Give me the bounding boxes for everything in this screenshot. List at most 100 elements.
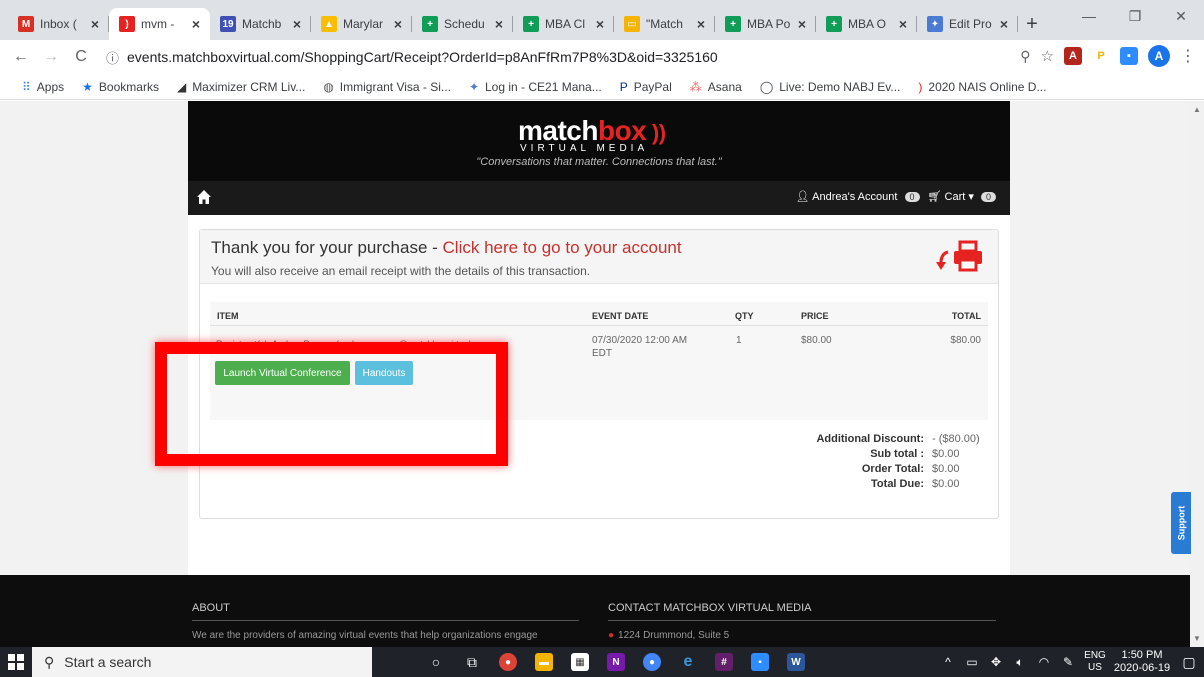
dropbox-icon[interactable]: ✥ [984,655,1008,669]
url-field[interactable]: ⓘ events.matchboxvirtual.com/ShoppingCar… [106,44,1036,70]
edge-icon[interactable]: e [670,647,706,677]
browser-tab-bar: M Inbox (×) mvm - × 19 Matchb × ▲ Marylar × + Sche… [0,0,1204,40]
account-link[interactable]: 👤︎ Andrea's Account 0 [796,190,920,203]
zoom-icon[interactable]: ⚲ [1020,48,1030,65]
browser-tab[interactable]: ▲ Marylar × [311,8,412,40]
taskbar-apps: ○ ⧉ ● ▬ ▦ N ● e # ▪ W [418,647,814,677]
browser-tab[interactable]: ▭ "Match × [614,8,715,40]
cart-badge: 0 [980,192,996,202]
zoom-extension-icon[interactable]: ▪ [1120,47,1138,65]
chromium-icon[interactable]: ● [634,647,670,677]
restore-icon[interactable]: ❐ [1112,0,1158,32]
taskbar-search[interactable]: ⚲ Start a search [32,647,372,677]
browser-tab[interactable]: + MBA Cl × [513,8,614,40]
footer-contact-heading: CONTACT MATCHBOX VIRTUAL MEDIA [608,602,812,614]
tab-close-icon[interactable]: × [996,16,1012,32]
bookmark-item[interactable]: ) 2020 NAIS Online D... [918,80,1046,94]
tab-close-icon[interactable]: × [491,16,507,32]
totals-row: Additional Discount: - ($80.00) [812,433,988,448]
back-icon[interactable]: ← [6,48,36,66]
bookmark-item[interactable]: ◯ Live: Demo NABJ Ev... [760,80,901,94]
tab-close-icon[interactable]: × [895,16,911,32]
tray-expand-icon[interactable]: ^ [936,655,960,669]
profile-avatar[interactable]: A [1148,45,1170,67]
bookmark-item[interactable]: ⠿ Apps [22,80,64,94]
task-view-icon[interactable]: ⧉ [454,647,490,677]
user-icon: 👤︎ [795,191,810,203]
wifi-icon[interactable]: ◠ [1032,655,1056,669]
support-tab[interactable]: Support [1171,492,1191,554]
bookmark-item[interactable]: ◍ Immigrant Visa - Si... [323,80,451,94]
print-icon[interactable] [934,240,986,274]
cortana-icon[interactable]: ○ [418,647,454,677]
reload-icon[interactable]: C [66,48,96,66]
menu-dots-icon[interactable]: ⋮ [1180,46,1196,66]
handouts-button[interactable]: Handouts [355,361,413,385]
pen-icon[interactable]: ✎ [1056,655,1080,669]
browser-tab[interactable]: + Schedu × [412,8,513,40]
slack-icon[interactable]: # [706,647,742,677]
scroll-up-icon[interactable]: ▲ [1193,105,1201,114]
tab-close-icon[interactable]: × [592,16,608,32]
tab-close-icon[interactable]: × [188,16,204,32]
browser-tab[interactable]: ) mvm - × [109,8,210,40]
store-icon[interactable]: ▦ [562,647,598,677]
account-link-text[interactable]: Click here to go to your account [443,238,682,257]
forward-icon[interactable]: → [36,48,66,66]
launch-virtual-conference-button[interactable]: Launch Virtual Conference [215,361,350,385]
browser-tab[interactable]: ✦ Edit Pro × [917,8,1018,40]
close-window-icon[interactable]: ✕ [1158,0,1204,32]
address-toolbar: ← → C ⓘ events.matchboxvirtual.com/Shopp… [0,40,1204,74]
bookmark-item[interactable]: ★ Bookmarks [82,80,159,94]
clock[interactable]: 1:50 PM 2020-06-19 [1110,649,1174,675]
registrant-text: Registrant(s): Andrea Powers (andrea.pow… [216,339,483,349]
receipt-panel: Thank you for your purchase - Click here… [199,229,999,519]
tab-close-icon[interactable]: × [390,16,406,32]
tab-close-icon[interactable]: × [289,16,305,32]
bookmark-label: 2020 NAIS Online D... [928,79,1047,94]
tab-close-icon[interactable]: × [693,16,709,32]
asana-icon: ✦ [927,16,943,32]
bookmark-item[interactable]: P PayPal [620,80,672,94]
browser-tab[interactable]: + MBA O × [816,8,917,40]
tab-close-icon[interactable]: × [87,16,103,32]
new-tab-button[interactable]: + [1018,8,1046,40]
scroll-down-icon[interactable]: ▼ [1193,634,1201,643]
battery-icon[interactable]: ▭ [960,655,984,669]
volume-icon[interactable]: 🔈︎ [1008,655,1032,670]
notification-icon[interactable]: ▢ [1174,654,1204,671]
tab-close-icon[interactable]: × [794,16,810,32]
bookmark-item[interactable]: ✦ Log in - CE21 Mana... [469,80,602,94]
bookmark-label: Asana [707,79,742,94]
totals-value: $0.00 [932,478,960,490]
sheets-icon: + [826,16,842,32]
onenote-icon[interactable]: N [598,647,634,677]
zoom-icon[interactable]: ▪ [742,647,778,677]
word-icon[interactable]: W [778,647,814,677]
bookmark-item[interactable]: ⁂ Asana [690,80,742,94]
bookmark-star-icon[interactable]: ☆ [1041,47,1054,65]
windows-taskbar: ⚲ Start a search ○ ⧉ ● ▬ ▦ N ● e # ▪ W ^… [0,647,1204,677]
bookmark-item[interactable]: ◢ Maximizer CRM Liv... [177,80,305,94]
logo-subtitle: VIRTUAL MEDIA [520,143,649,154]
extension-p-icon[interactable]: P [1092,47,1110,65]
totals-value: $0.00 [932,463,960,475]
page-scrollbar[interactable]: ▲ ▼ [1190,101,1204,647]
browser-tab[interactable]: 19 Matchb × [210,8,311,40]
file-explorer-icon[interactable]: ▬ [526,647,562,677]
table-header: ITEM EVENT DATE QTY PRICE TOTAL [210,302,988,326]
search-icon: ⚲ [44,653,55,670]
totals-row: Order Total: $0.00 [812,463,988,478]
windows-start-icon[interactable] [0,647,32,677]
info-icon[interactable]: ⓘ [106,48,119,67]
cart-dropdown[interactable]: 🛒︎ Cart ▾ 0 [928,190,996,203]
chrome-icon[interactable]: ● [490,647,526,677]
minimize-icon[interactable]: — [1066,0,1112,32]
home-icon[interactable] [196,189,214,207]
language-indicator[interactable]: ENG US [1080,650,1110,674]
browser-tab[interactable]: M Inbox (× [8,8,109,40]
browser-tab[interactable]: + MBA Po × [715,8,816,40]
pdf-extension-icon[interactable]: A [1064,47,1082,65]
col-qty: QTY [735,311,754,321]
bookmark-label: Maximizer CRM Liv... [192,79,306,94]
